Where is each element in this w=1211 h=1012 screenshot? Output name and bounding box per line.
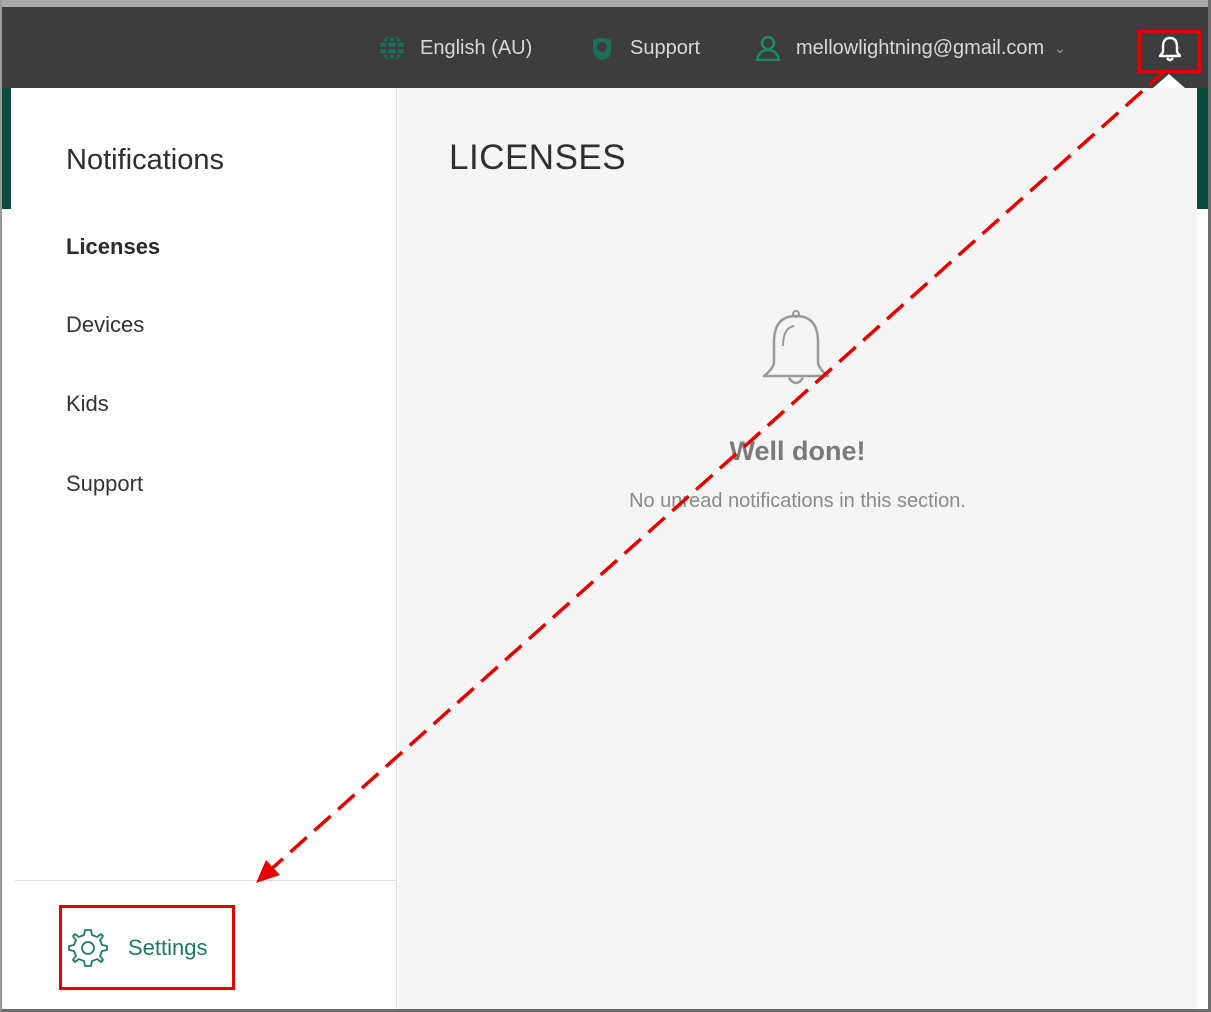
page-background: [1196, 88, 1208, 209]
divider: [15, 880, 397, 881]
notifications-bell-button[interactable]: [1138, 30, 1201, 73]
sidebar-item-devices[interactable]: Devices: [66, 312, 144, 338]
section-title: LICENSES: [449, 138, 627, 177]
sidebar-item-support[interactable]: Support: [66, 471, 143, 497]
empty-state-title: Well done!: [729, 436, 866, 466]
gear-icon: [66, 926, 110, 970]
globe-icon: [378, 34, 406, 62]
support-label: Support: [630, 36, 701, 59]
user-menu[interactable]: mellowlightning@gmail.com ⌄: [754, 33, 1066, 63]
language-label: English (AU): [420, 36, 533, 59]
page-background: [2, 88, 11, 209]
empty-state-message: No unread notifications in this section.: [629, 490, 966, 512]
panel-caret: [1153, 74, 1185, 88]
panel-title: Notifications: [66, 144, 224, 176]
language-selector[interactable]: English (AU): [378, 33, 532, 63]
sidebar-item-kids[interactable]: Kids: [66, 391, 109, 417]
settings-button[interactable]: Settings: [59, 905, 235, 990]
support-icon: [588, 34, 616, 62]
top-bar: English (AU) Support mellowlightning@gma…: [2, 0, 1208, 88]
user-icon: [754, 34, 782, 62]
user-email: mellowlightning@gmail.com: [796, 36, 1045, 59]
bell-icon: [756, 306, 836, 396]
chevron-down-icon: ⌄: [1054, 39, 1066, 56]
notifications-sidebar: Notifications Licenses Devices Kids Supp…: [11, 88, 397, 1009]
bell-icon: [1158, 36, 1182, 67]
sidebar-item-licenses[interactable]: Licenses: [66, 234, 160, 260]
notifications-content: LICENSES Well done! No unread notificati…: [398, 88, 1197, 1009]
notifications-panel: Notifications Licenses Devices Kids Supp…: [11, 88, 1197, 1009]
support-link[interactable]: Support: [588, 33, 700, 63]
settings-label: Settings: [128, 934, 208, 960]
